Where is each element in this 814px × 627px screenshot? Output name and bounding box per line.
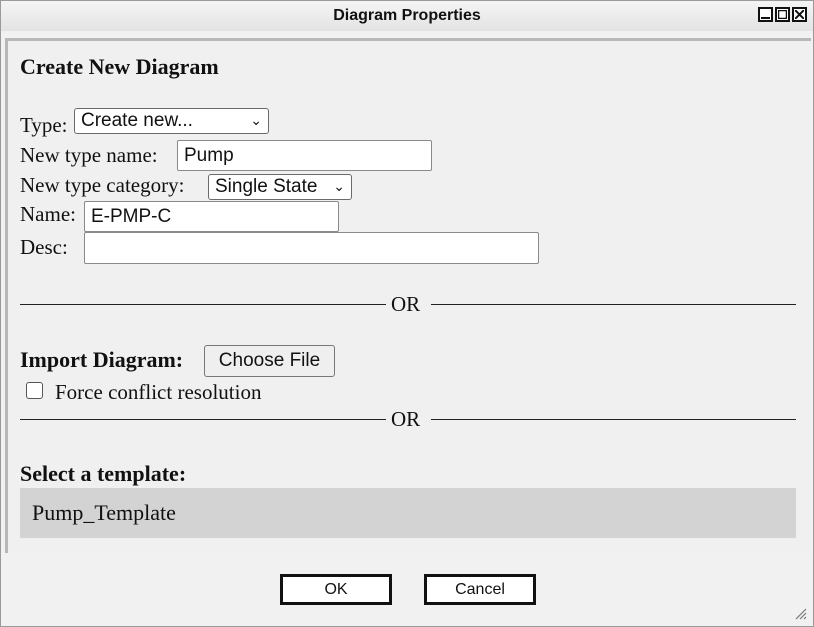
minimize-icon — [761, 17, 770, 19]
maximize-button[interactable] — [775, 7, 790, 22]
type-select-value: Create new... — [81, 110, 193, 131]
dialog-window: Diagram Properties Create New Diagram Ty… — [0, 0, 814, 627]
separator-line — [20, 304, 386, 305]
name-input[interactable]: E-PMP-C — [84, 201, 339, 232]
minimize-button[interactable] — [758, 7, 773, 22]
import-diagram-label: Import Diagram: — [20, 347, 184, 372]
category-select-value: Single State — [215, 176, 318, 197]
cancel-button[interactable]: Cancel — [424, 574, 536, 605]
force-conflict-checkbox[interactable] — [26, 382, 43, 399]
new-type-name-label: New type name: — [20, 143, 158, 167]
template-item-label: Pump_Template — [32, 500, 176, 525]
close-button[interactable] — [792, 7, 807, 22]
separator-line — [20, 419, 386, 420]
chevron-down-icon: ⌄ — [333, 179, 345, 195]
separator-line — [431, 419, 796, 420]
name-label: Name: — [20, 202, 76, 226]
type-label: Type: — [20, 113, 68, 137]
desc-input[interactable] — [84, 232, 539, 264]
chevron-down-icon: ⌄ — [250, 113, 262, 129]
create-diagram-heading: Create New Diagram — [20, 54, 219, 79]
window-title: Diagram Properties — [333, 7, 481, 24]
new-type-category-select[interactable]: Single State ⌄ — [208, 174, 352, 200]
select-template-label: Select a template: — [20, 461, 187, 486]
new-type-name-input[interactable]: Pump — [177, 140, 432, 171]
new-type-category-label: New type category: — [20, 173, 185, 197]
close-icon — [795, 10, 804, 19]
ok-button[interactable]: OK — [280, 574, 392, 605]
title-bar[interactable]: Diagram Properties — [1, 1, 813, 31]
maximize-icon — [778, 10, 787, 19]
choose-file-button[interactable]: Choose File — [204, 345, 335, 377]
force-conflict-label: Force conflict resolution — [55, 380, 262, 404]
type-select[interactable]: Create new... ⌄ — [74, 108, 269, 134]
window-controls — [758, 7, 807, 22]
template-list-item[interactable]: Pump_Template — [20, 488, 796, 538]
resize-grip-icon[interactable] — [793, 606, 807, 620]
desc-label: Desc: — [20, 235, 68, 259]
or-separator: OR — [391, 292, 421, 316]
or-separator: OR — [391, 407, 421, 431]
separator-line — [431, 304, 796, 305]
